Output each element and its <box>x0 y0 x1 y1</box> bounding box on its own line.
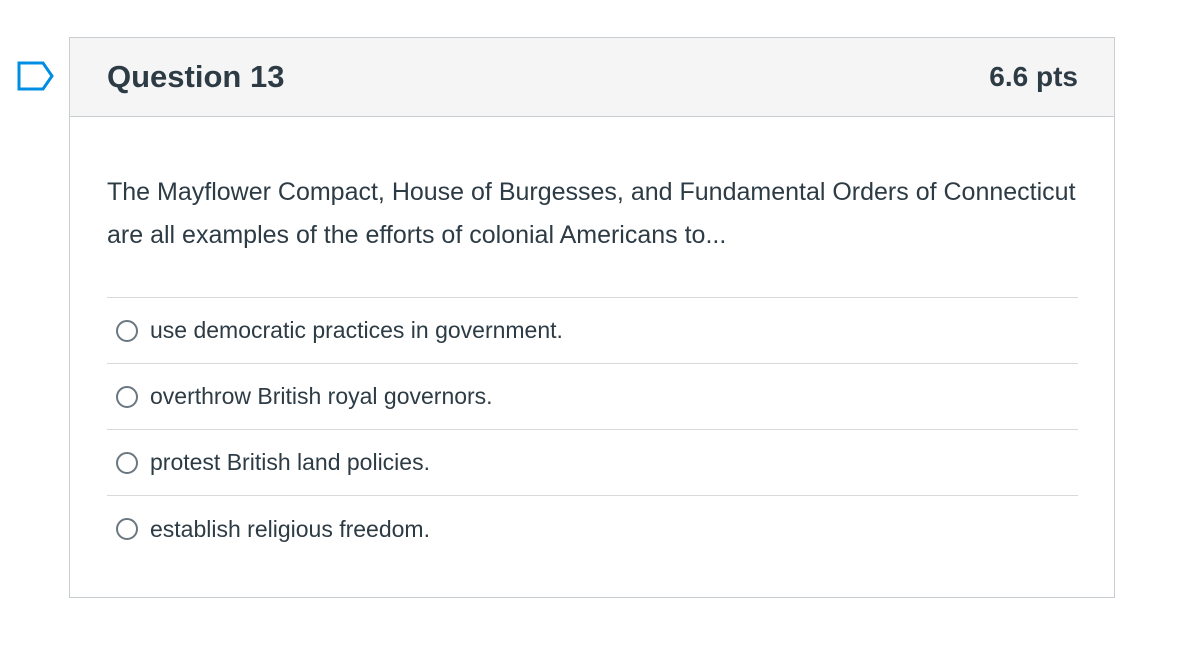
radio-button[interactable] <box>116 451 138 474</box>
radio-button[interactable] <box>116 319 138 342</box>
answer-label[interactable]: use democratic practices in government. <box>150 317 563 344</box>
answer-list: use democratic practices in government. … <box>107 297 1078 562</box>
question-text: The Mayflower Compact, House of Burgesse… <box>107 178 1076 249</box>
question-body: The Mayflower Compact, House of Burgesse… <box>70 117 1114 562</box>
radio-button[interactable] <box>116 518 138 540</box>
question-title: Question 13 <box>107 59 285 94</box>
answer-label[interactable]: establish religious freedom. <box>150 516 430 543</box>
answer-option[interactable]: use democratic practices in government. <box>107 298 1078 364</box>
question-points: 6.6 pts <box>989 61 1078 92</box>
answer-option[interactable]: overthrow British royal governors. <box>107 364 1078 430</box>
answer-option[interactable]: protest British land policies. <box>107 430 1078 496</box>
question-header: Question 13 6.6 pts <box>70 38 1114 117</box>
radio-button[interactable] <box>116 385 138 408</box>
answer-option[interactable]: establish religious freedom. <box>107 496 1078 562</box>
question-card: Question 13 6.6 pts The Mayflower Compac… <box>69 37 1115 598</box>
answer-label[interactable]: protest British land policies. <box>150 449 430 476</box>
answer-label[interactable]: overthrow British royal governors. <box>150 383 493 410</box>
flag-question-icon[interactable] <box>17 61 55 91</box>
